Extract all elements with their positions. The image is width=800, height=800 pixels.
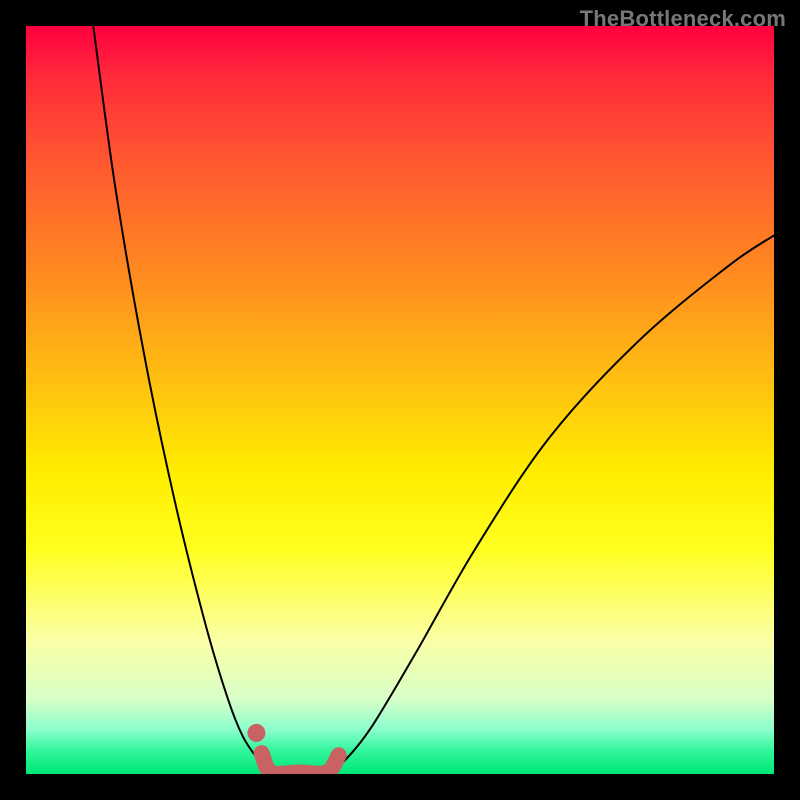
bottleneck-curve — [93, 26, 774, 773]
bottleneck-curve-plot — [26, 26, 774, 774]
optimal-zone-highlight — [262, 753, 339, 774]
watermark-text: TheBottleneck.com — [580, 6, 786, 32]
optimal-zone-dot — [247, 724, 265, 742]
